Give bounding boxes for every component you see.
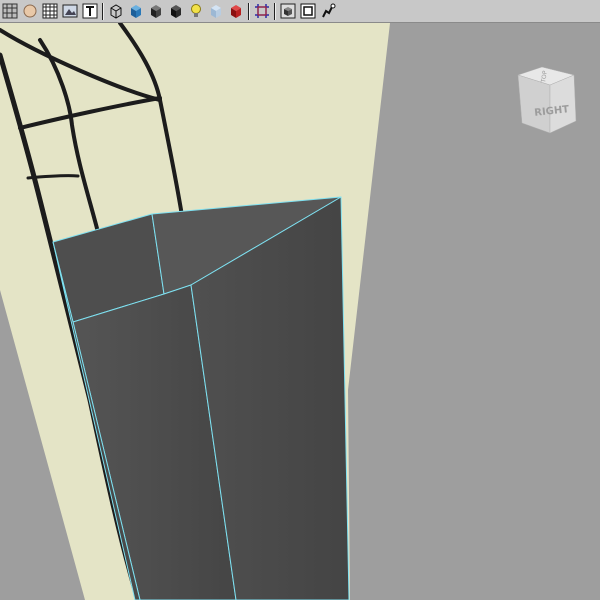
film-gate-icon[interactable] bbox=[299, 2, 317, 20]
shaded-cube-icon[interactable] bbox=[127, 2, 145, 20]
3d-viewport[interactable]: TOP RIGHT bbox=[0, 23, 600, 600]
grid-icon[interactable] bbox=[1, 2, 19, 20]
dark-cube-icon[interactable] bbox=[147, 2, 165, 20]
texture-grid-icon[interactable] bbox=[41, 2, 59, 20]
resolution-gate-icon[interactable] bbox=[253, 2, 271, 20]
toolbar-separator bbox=[102, 2, 104, 20]
red-cube-icon[interactable] bbox=[227, 2, 245, 20]
hud-icon[interactable] bbox=[319, 2, 337, 20]
toolbar-separator bbox=[248, 2, 250, 20]
toolbar-separator bbox=[274, 2, 276, 20]
light-bulb-icon[interactable] bbox=[187, 2, 205, 20]
xray-cube-icon[interactable] bbox=[207, 2, 225, 20]
isolate-cube-icon[interactable] bbox=[279, 2, 297, 20]
view-cube[interactable]: TOP RIGHT bbox=[512, 63, 582, 138]
viewport-toolbar bbox=[0, 0, 600, 23]
shadow-cube-icon[interactable] bbox=[167, 2, 185, 20]
image-plane-icon[interactable] bbox=[61, 2, 79, 20]
text-T-icon[interactable] bbox=[81, 2, 99, 20]
sphere-icon[interactable] bbox=[21, 2, 39, 20]
wireframe-cube-icon[interactable] bbox=[107, 2, 125, 20]
